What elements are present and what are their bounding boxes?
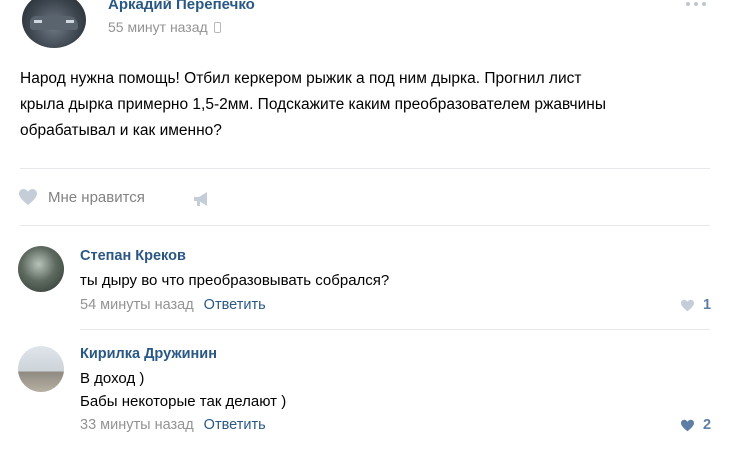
comment-meta: 33 минуты назад Ответить [80, 417, 266, 433]
post-header: Аркадий Перепечко 55 минут назад [0, 0, 740, 52]
comment-item: Кирилка Дружинин В доход ) Бабы некоторы… [0, 340, 740, 450]
heart-icon [19, 189, 37, 205]
heart-icon [681, 299, 694, 311]
megaphone-icon[interactable] [192, 190, 212, 208]
heart-icon [681, 419, 694, 431]
comment-like-count: 2 [703, 417, 712, 433]
comment-text: ты дыру во что преобразовывать собрался? [80, 272, 390, 289]
comment-author-avatar[interactable] [18, 346, 64, 392]
reply-button[interactable]: Ответить [204, 417, 266, 433]
post-author-name[interactable]: Аркадий Перепечко [108, 0, 255, 13]
post-timestamp: 55 минут назад [108, 19, 221, 35]
comment-like-button[interactable]: 2 [680, 417, 711, 433]
comment-like-count: 1 [703, 297, 712, 313]
comment-author-name[interactable]: Степан Креков [80, 248, 186, 264]
comment-divider [80, 329, 710, 330]
post-divider-bottom [20, 225, 710, 226]
more-icon[interactable] [686, 2, 706, 6]
comment-item: Степан Креков ты дыру во что преобразовы… [0, 238, 740, 318]
comment-meta: 54 минуты назад Ответить [80, 297, 266, 313]
car-image [30, 16, 78, 30]
comment-like-button[interactable]: 1 [680, 297, 711, 313]
comment-author-avatar[interactable] [18, 246, 64, 292]
phone-icon [213, 21, 221, 33]
post-time-text[interactable]: 55 минут назад [108, 19, 208, 35]
comment-author-name[interactable]: Кирилка Дружинин [80, 346, 217, 362]
car-headlight-left [34, 20, 42, 23]
post-divider-top [20, 168, 710, 169]
post-like-button[interactable]: Мне нравится [18, 188, 145, 206]
comment-text: В доход ) Бабы некоторые так делают ) [80, 370, 287, 410]
post-like-label: Мне нравится [48, 188, 145, 206]
comment-time[interactable]: 33 минуты назад [80, 417, 194, 433]
reply-button[interactable]: Ответить [204, 297, 266, 313]
car-headlight-right [66, 20, 74, 23]
post-author-avatar[interactable] [22, 0, 86, 48]
comment-time[interactable]: 54 минуты назад [80, 297, 194, 313]
post-text: Народ нужна помощь! Отбил керкером рыжик… [20, 70, 606, 139]
